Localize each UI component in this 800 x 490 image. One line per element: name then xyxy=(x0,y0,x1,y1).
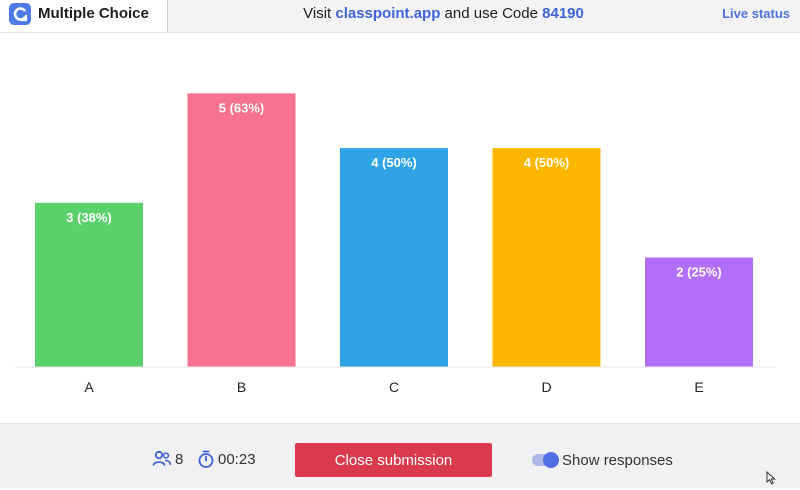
show-responses-toggle[interactable] xyxy=(532,452,559,468)
bar-d xyxy=(492,148,601,367)
bar-label-c: 4 (50%) xyxy=(371,155,417,170)
visit-prefix: Visit xyxy=(303,5,336,22)
stopwatch-icon xyxy=(197,449,215,474)
x-tick-c: C xyxy=(389,379,399,395)
bottom-toolbar: 8 00:23 Close submission Show responses xyxy=(0,423,800,488)
app-title: Multiple Choice xyxy=(38,5,149,22)
mouse-pointer-icon xyxy=(766,470,776,490)
join-site-link: classpoint.app xyxy=(335,5,441,22)
top-bar: Multiple Choice Visit classpoint.app and… xyxy=(0,0,800,33)
class-code: 84190 xyxy=(542,5,584,22)
x-tick-d: D xyxy=(541,379,551,395)
bar-label-d: 4 (50%) xyxy=(524,155,570,170)
bar-a xyxy=(35,202,143,367)
app-title-box: Multiple Choice xyxy=(0,0,168,32)
results-chart: 3 (38%) 5 (63%) 4 (50%) 4 (50%) 2 (25%) A B C D… xyxy=(0,33,800,423)
bar-label-b: 5 (63%) xyxy=(219,100,265,115)
bar-label-e: 2 (25%) xyxy=(676,265,722,280)
join-instructions: Visit classpoint.app and use Code 84190 xyxy=(167,5,720,22)
bar-label-a: 3 (38%) xyxy=(66,210,112,225)
people-icon xyxy=(152,450,172,473)
x-tick-e: E xyxy=(694,379,703,395)
show-responses-label: Show responses xyxy=(562,452,673,469)
visit-middle: and use Code xyxy=(440,5,543,22)
x-tick-a: A xyxy=(84,379,94,395)
bar-c xyxy=(340,148,448,367)
participants-count: 8 xyxy=(175,451,184,468)
live-status-link[interactable]: Live status xyxy=(722,6,790,21)
bar-chart-svg: 3 (38%) 5 (63%) 4 (50%) 4 (50%) 2 (25%) A B C D… xyxy=(15,93,775,395)
close-submission-button[interactable]: Close submission xyxy=(295,443,492,477)
x-tick-b: B xyxy=(237,379,246,395)
toggle-knob xyxy=(543,452,559,468)
bar-b xyxy=(187,93,296,367)
classpoint-logo-icon xyxy=(9,3,31,25)
timer-value: 00:23 xyxy=(218,451,256,468)
